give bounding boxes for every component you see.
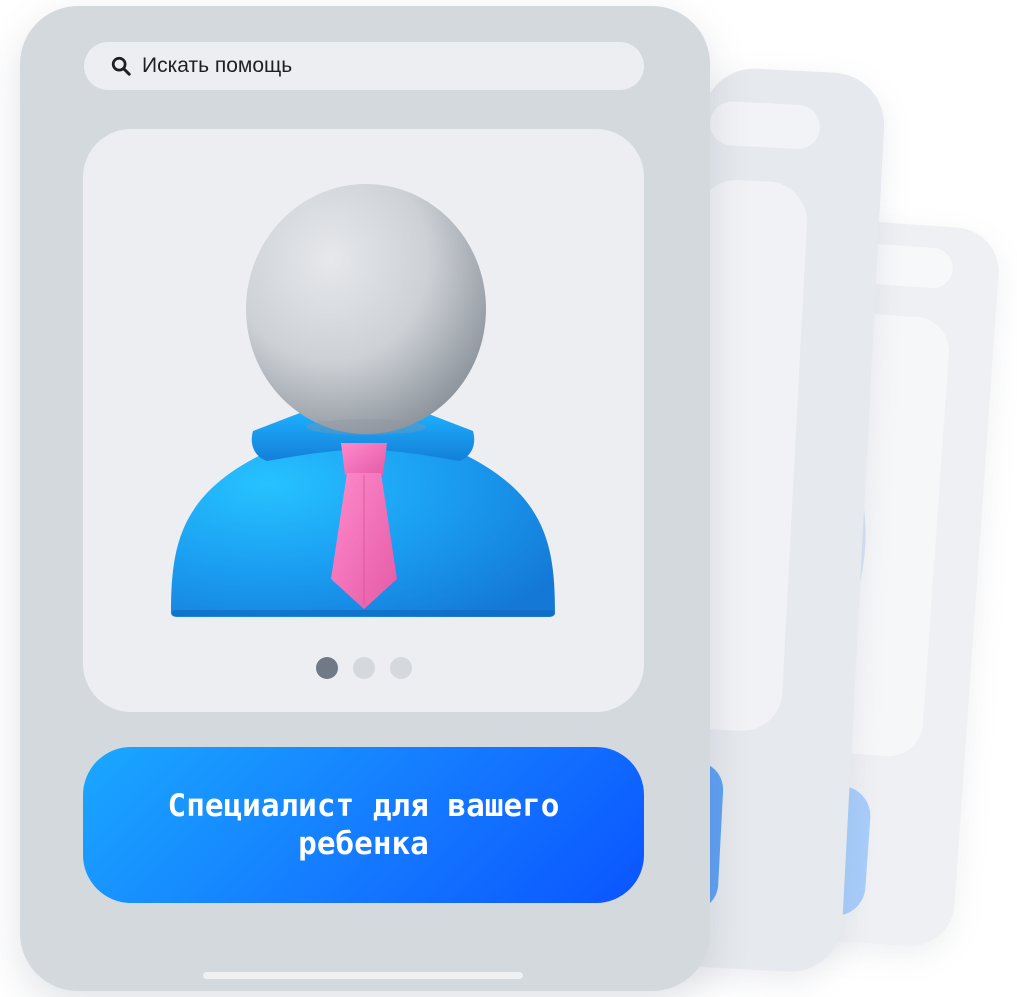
- background-card-near-search-bar: [708, 100, 822, 151]
- carousel-dot-1[interactable]: [315, 657, 338, 679]
- carousel-dot-3[interactable]: [389, 657, 412, 679]
- search-placeholder: Искать помощь: [142, 54, 293, 77]
- specialist-avatar-icon: [171, 184, 555, 617]
- search-icon: [111, 56, 131, 76]
- home-indicator: [203, 972, 523, 979]
- specialist-image-carousel[interactable]: [83, 129, 644, 712]
- find-specialist-button[interactable]: Специалист для вашего ребенка: [83, 747, 644, 903]
- specialist-card: Искать помощь Специалист для вашего ребе…: [20, 6, 710, 991]
- carousel-pagination: [83, 657, 644, 679]
- carousel-dot-2[interactable]: [352, 657, 375, 679]
- app-stage: Искать помощь Специалист для вашего ребе…: [0, 0, 1017, 997]
- search-bar[interactable]: Искать помощь: [84, 42, 644, 90]
